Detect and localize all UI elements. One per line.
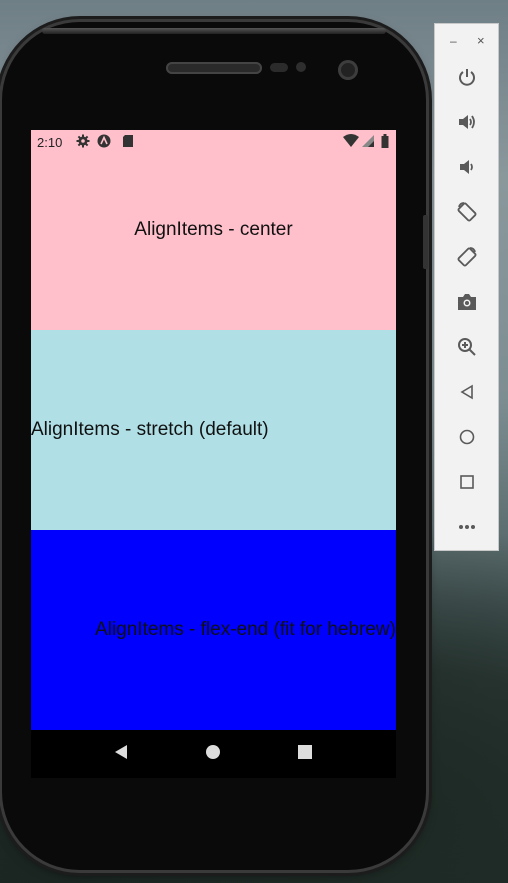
volume-up-icon[interactable]	[453, 108, 481, 136]
home-icon[interactable]	[201, 744, 225, 764]
align-center-section: AlignItems - center	[31, 130, 396, 330]
more-icon[interactable]	[453, 513, 481, 541]
phone-speaker	[166, 62, 262, 74]
phone-side-button[interactable]	[423, 215, 428, 269]
proximity-sensor	[270, 63, 288, 72]
gear-icon	[76, 134, 90, 151]
sd-card-icon	[122, 134, 134, 151]
power-icon[interactable]	[453, 63, 481, 91]
overview-icon[interactable]	[453, 468, 481, 496]
light-sensor	[296, 62, 306, 72]
emulator-toolbar: – ×	[434, 23, 499, 551]
status-bar: 2:10	[31, 130, 396, 154]
align-stretch-section: AlignItems - stretch (default)	[31, 330, 396, 530]
align-flex-end-label: AlignItems - flex-end (fit for hebrew)	[95, 619, 396, 640]
home-icon[interactable]	[453, 423, 481, 451]
volume-down-icon[interactable]	[453, 153, 481, 181]
navigation-bar	[31, 730, 396, 778]
overview-icon[interactable]	[293, 744, 317, 764]
align-center-label: AlignItems - center	[134, 219, 293, 240]
align-flex-end-section: AlignItems - flex-end (fit for hebrew)	[31, 530, 396, 730]
device-screen: AlignItems - center AlignItems - stretch…	[31, 130, 396, 778]
zoom-icon[interactable]	[453, 333, 481, 361]
a-badge-icon	[97, 134, 111, 151]
minimize-button[interactable]: –	[450, 34, 457, 48]
back-icon[interactable]	[453, 378, 481, 406]
emulator-window-controls: – ×	[435, 33, 500, 50]
signal-icon	[362, 134, 374, 151]
rotate-right-icon[interactable]	[453, 243, 481, 271]
camera-icon[interactable]	[453, 288, 481, 316]
close-button[interactable]: ×	[477, 33, 485, 48]
phone-top-edge	[42, 28, 386, 34]
front-camera-icon	[338, 60, 358, 80]
battery-icon	[381, 134, 389, 151]
wifi-icon	[343, 134, 359, 151]
rotate-left-icon[interactable]	[453, 198, 481, 226]
back-icon[interactable]	[109, 744, 133, 764]
status-time: 2:10	[37, 135, 63, 150]
align-stretch-label: AlignItems - stretch (default)	[31, 419, 269, 440]
